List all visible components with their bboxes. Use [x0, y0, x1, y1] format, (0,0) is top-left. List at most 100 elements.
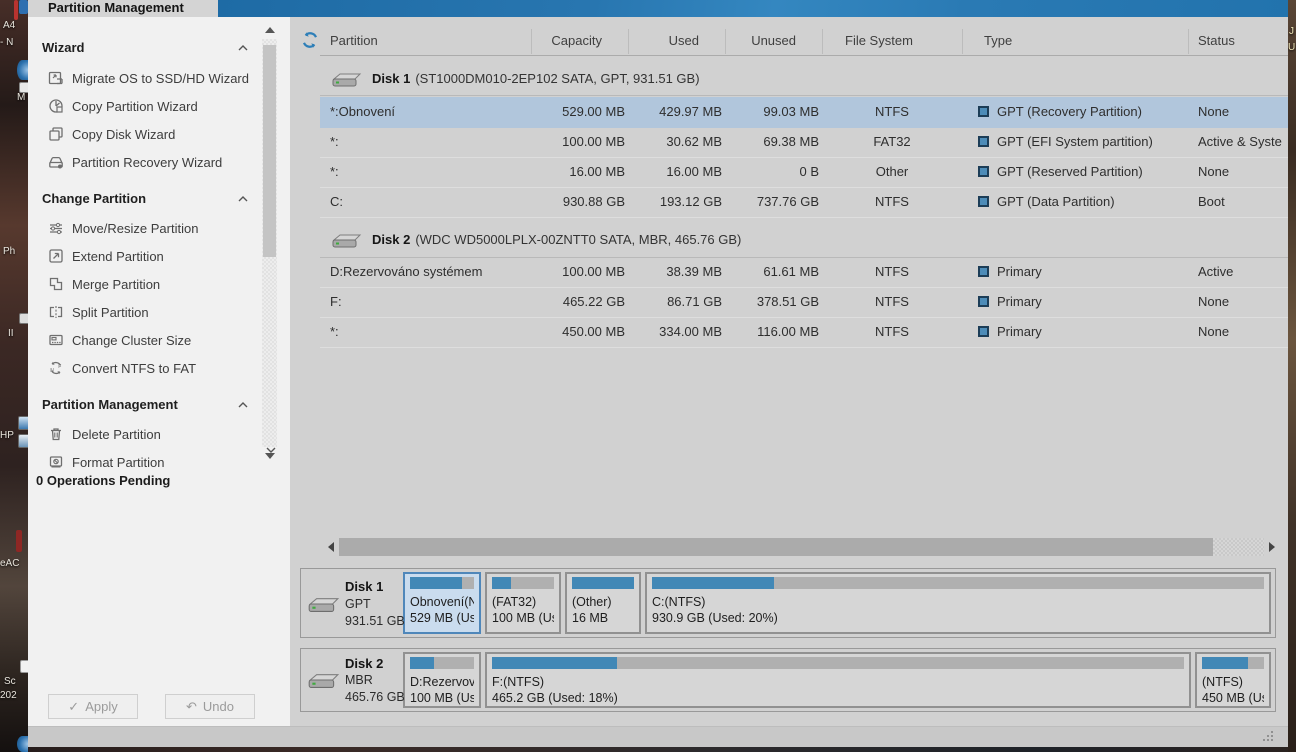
table-row[interactable]: *: 450.00 MB 334.00 MB 116.00 MB NTFS Pr…	[320, 317, 1288, 348]
sidebar-item-convert[interactable]: FN Convert NTFS to FAT	[48, 354, 196, 382]
cell-partition: D:Rezervováno systémem	[330, 257, 530, 287]
diskmap-block[interactable]: D:Rezervová 100 MB (Us	[403, 652, 481, 708]
block-label: F:(NTFS)	[492, 674, 1184, 690]
col-partition[interactable]: Partition	[330, 33, 378, 48]
disk1-group-header[interactable]: Disk 1 (ST1000DM010-2EP102 SATA, GPT, 93…	[320, 62, 1288, 96]
scrollbar-thumb[interactable]	[339, 538, 1213, 556]
cell-status: None	[1198, 287, 1288, 317]
col-unused[interactable]: Unused	[725, 33, 796, 48]
desktop-icon-fragment[interactable]	[20, 660, 28, 673]
table-header[interactable]: Partition Capacity Used Unused File Syst…	[290, 27, 1288, 56]
scroll-up-icon[interactable]	[265, 27, 275, 33]
desktop-icon-fragment[interactable]	[17, 736, 28, 752]
desktop-icon-fragment[interactable]	[14, 0, 18, 20]
horizontal-scrollbar[interactable]	[325, 537, 1278, 557]
desktop-label: M	[17, 92, 25, 103]
col-type[interactable]: Type	[984, 33, 1012, 48]
diskmap-block[interactable]: (FAT32) 100 MB (Us	[485, 572, 561, 634]
scroll-left-icon[interactable]	[325, 537, 339, 557]
sidebar-item-label: Migrate OS to SSD/HD Wizard	[72, 71, 249, 86]
disk2-group-header[interactable]: Disk 2 (WDC WD5000LPLX-00ZNTT0 SATA, MBR…	[320, 222, 1288, 258]
partition-type-icon	[978, 296, 989, 307]
desktop-icon-fragment[interactable]	[19, 313, 28, 324]
table-row[interactable]: *: 16.00 MB 16.00 MB 0 B Other GPT (Rese…	[320, 157, 1288, 188]
diskmap-block[interactable]: (NTFS) 450 MB (Us	[1195, 652, 1271, 708]
sidebar-item-delete-partition[interactable]: Delete Partition	[48, 420, 161, 448]
svg-text:N: N	[50, 368, 54, 374]
sidebar-item-split[interactable]: Split Partition	[48, 298, 149, 326]
disk-size: 931.51 GB	[345, 614, 405, 628]
desktop: A4 - N M Ph II HP eAC Sc 202 J U Partiti…	[0, 0, 1296, 752]
sidebar-item-migrate-os[interactable]: Migrate OS to SSD/HD Wizard	[48, 64, 249, 92]
block-size: 100 MB (Us	[410, 690, 474, 706]
col-status[interactable]: Status	[1198, 33, 1235, 48]
sidebar-item-move-resize[interactable]: Move/Resize Partition	[48, 214, 198, 242]
scroll-down-icon[interactable]	[265, 453, 275, 459]
table-row[interactable]: C: 930.88 GB 193.12 GB 737.76 GB NTFS GP…	[320, 187, 1288, 218]
cell-file-system: NTFS	[822, 97, 962, 127]
section-change-partition[interactable]: Change Partition	[42, 191, 146, 207]
sidebar-item-cluster-size[interactable]: Change Cluster Size	[48, 326, 191, 354]
table-row[interactable]: F: 465.22 GB 86.71 GB 378.51 GB NTFS Pri…	[320, 287, 1288, 318]
desktop-label: 202	[0, 690, 17, 701]
usage-bar	[1202, 657, 1264, 669]
cell-capacity: 100.00 MB	[531, 127, 625, 157]
cell-type: GPT (Reserved Partition)	[962, 157, 1192, 187]
diskmap-block[interactable]: F:(NTFS) 465.2 GB (Used: 18%)	[485, 652, 1191, 708]
resize-grip[interactable]	[1271, 731, 1283, 743]
section-wizard[interactable]: Wizard	[42, 40, 85, 56]
table-row[interactable]: *:Obnovení 529.00 MB 429.97 MB 99.03 MB …	[320, 97, 1288, 128]
sidebar-item-extend[interactable]: Extend Partition	[48, 242, 164, 270]
sidebar-item-partition-recovery[interactable]: Partition Recovery Wizard	[48, 148, 222, 176]
desktop-icon-fragment[interactable]	[16, 530, 22, 552]
undo-button[interactable]: ↶ Undo	[165, 694, 255, 719]
apply-label: Apply	[85, 699, 118, 714]
desktop-icon-fragment[interactable]	[18, 416, 28, 430]
desktop-icon-fragment[interactable]	[18, 434, 28, 448]
sidebar-item-label: Partition Recovery Wizard	[72, 155, 222, 170]
tab-partition-management[interactable]: Partition Management	[28, 0, 218, 17]
block-size: 930.9 GB (Used: 20%)	[652, 610, 1264, 626]
chevron-up-icon[interactable]	[238, 40, 250, 56]
scrollbar-thumb[interactable]	[263, 45, 276, 257]
cell-used: 16.00 MB	[628, 157, 722, 187]
table-row[interactable]: D:Rezervováno systémem 100.00 MB 38.39 M…	[320, 257, 1288, 288]
sidebar-item-label: Copy Partition Wizard	[72, 99, 198, 114]
cell-unused: 0 B	[725, 157, 819, 187]
diskmap-block[interactable]: Obnovení(N 529 MB (Us	[403, 572, 481, 634]
usage-bar	[652, 577, 1264, 589]
scrollbar-track[interactable]	[339, 538, 1264, 556]
disk-title: Disk 2	[372, 232, 410, 247]
cell-partition: *:	[330, 157, 530, 187]
section-partition-management[interactable]: Partition Management	[42, 397, 178, 413]
partition-type-icon	[978, 266, 989, 277]
sidebar-item-copy-disk[interactable]: Copy Disk Wizard	[48, 120, 175, 148]
cell-capacity: 100.00 MB	[531, 257, 625, 287]
sidebar-scrollbar[interactable]	[262, 25, 277, 461]
scroll-right-icon[interactable]	[1264, 537, 1278, 557]
diskmap-block[interactable]: C:(NTFS) 930.9 GB (Used: 20%)	[645, 572, 1271, 634]
chevron-up-icon[interactable]	[238, 397, 250, 413]
desktop-label: HP	[0, 430, 14, 441]
cell-capacity: 465.22 GB	[531, 287, 625, 317]
sidebar: Wizard Migrate OS to SSD/HD Wizard Copy …	[28, 17, 290, 727]
col-file-system[interactable]: File System	[845, 33, 913, 48]
cell-partition: F:	[330, 287, 530, 317]
desktop-icon-fragment[interactable]	[19, 0, 28, 14]
sidebar-item-merge[interactable]: Merge Partition	[48, 270, 160, 298]
tab-bar: Partition Management	[28, 0, 1288, 17]
block-label: (Other)	[572, 594, 634, 610]
sidebar-item-copy-partition[interactable]: Copy Partition Wizard	[48, 92, 198, 120]
diskmap-block[interactable]: (Other) 16 MB	[565, 572, 641, 634]
check-icon: ✓	[68, 699, 79, 715]
sidebar-item-format-partition[interactable]: Format Partition	[48, 448, 164, 476]
col-used[interactable]: Used	[628, 33, 699, 48]
apply-button[interactable]: ✓ Apply	[48, 694, 138, 719]
table-row[interactable]: *: 100.00 MB 30.62 MB 69.38 MB FAT32 GPT…	[320, 127, 1288, 158]
chevron-up-icon[interactable]	[238, 191, 250, 207]
desktop-label: A4	[3, 20, 15, 31]
desktop-icon-fragment[interactable]	[17, 60, 28, 80]
partition-type-icon	[978, 166, 989, 177]
svg-text:F: F	[58, 364, 61, 370]
col-capacity[interactable]: Capacity	[531, 33, 602, 48]
